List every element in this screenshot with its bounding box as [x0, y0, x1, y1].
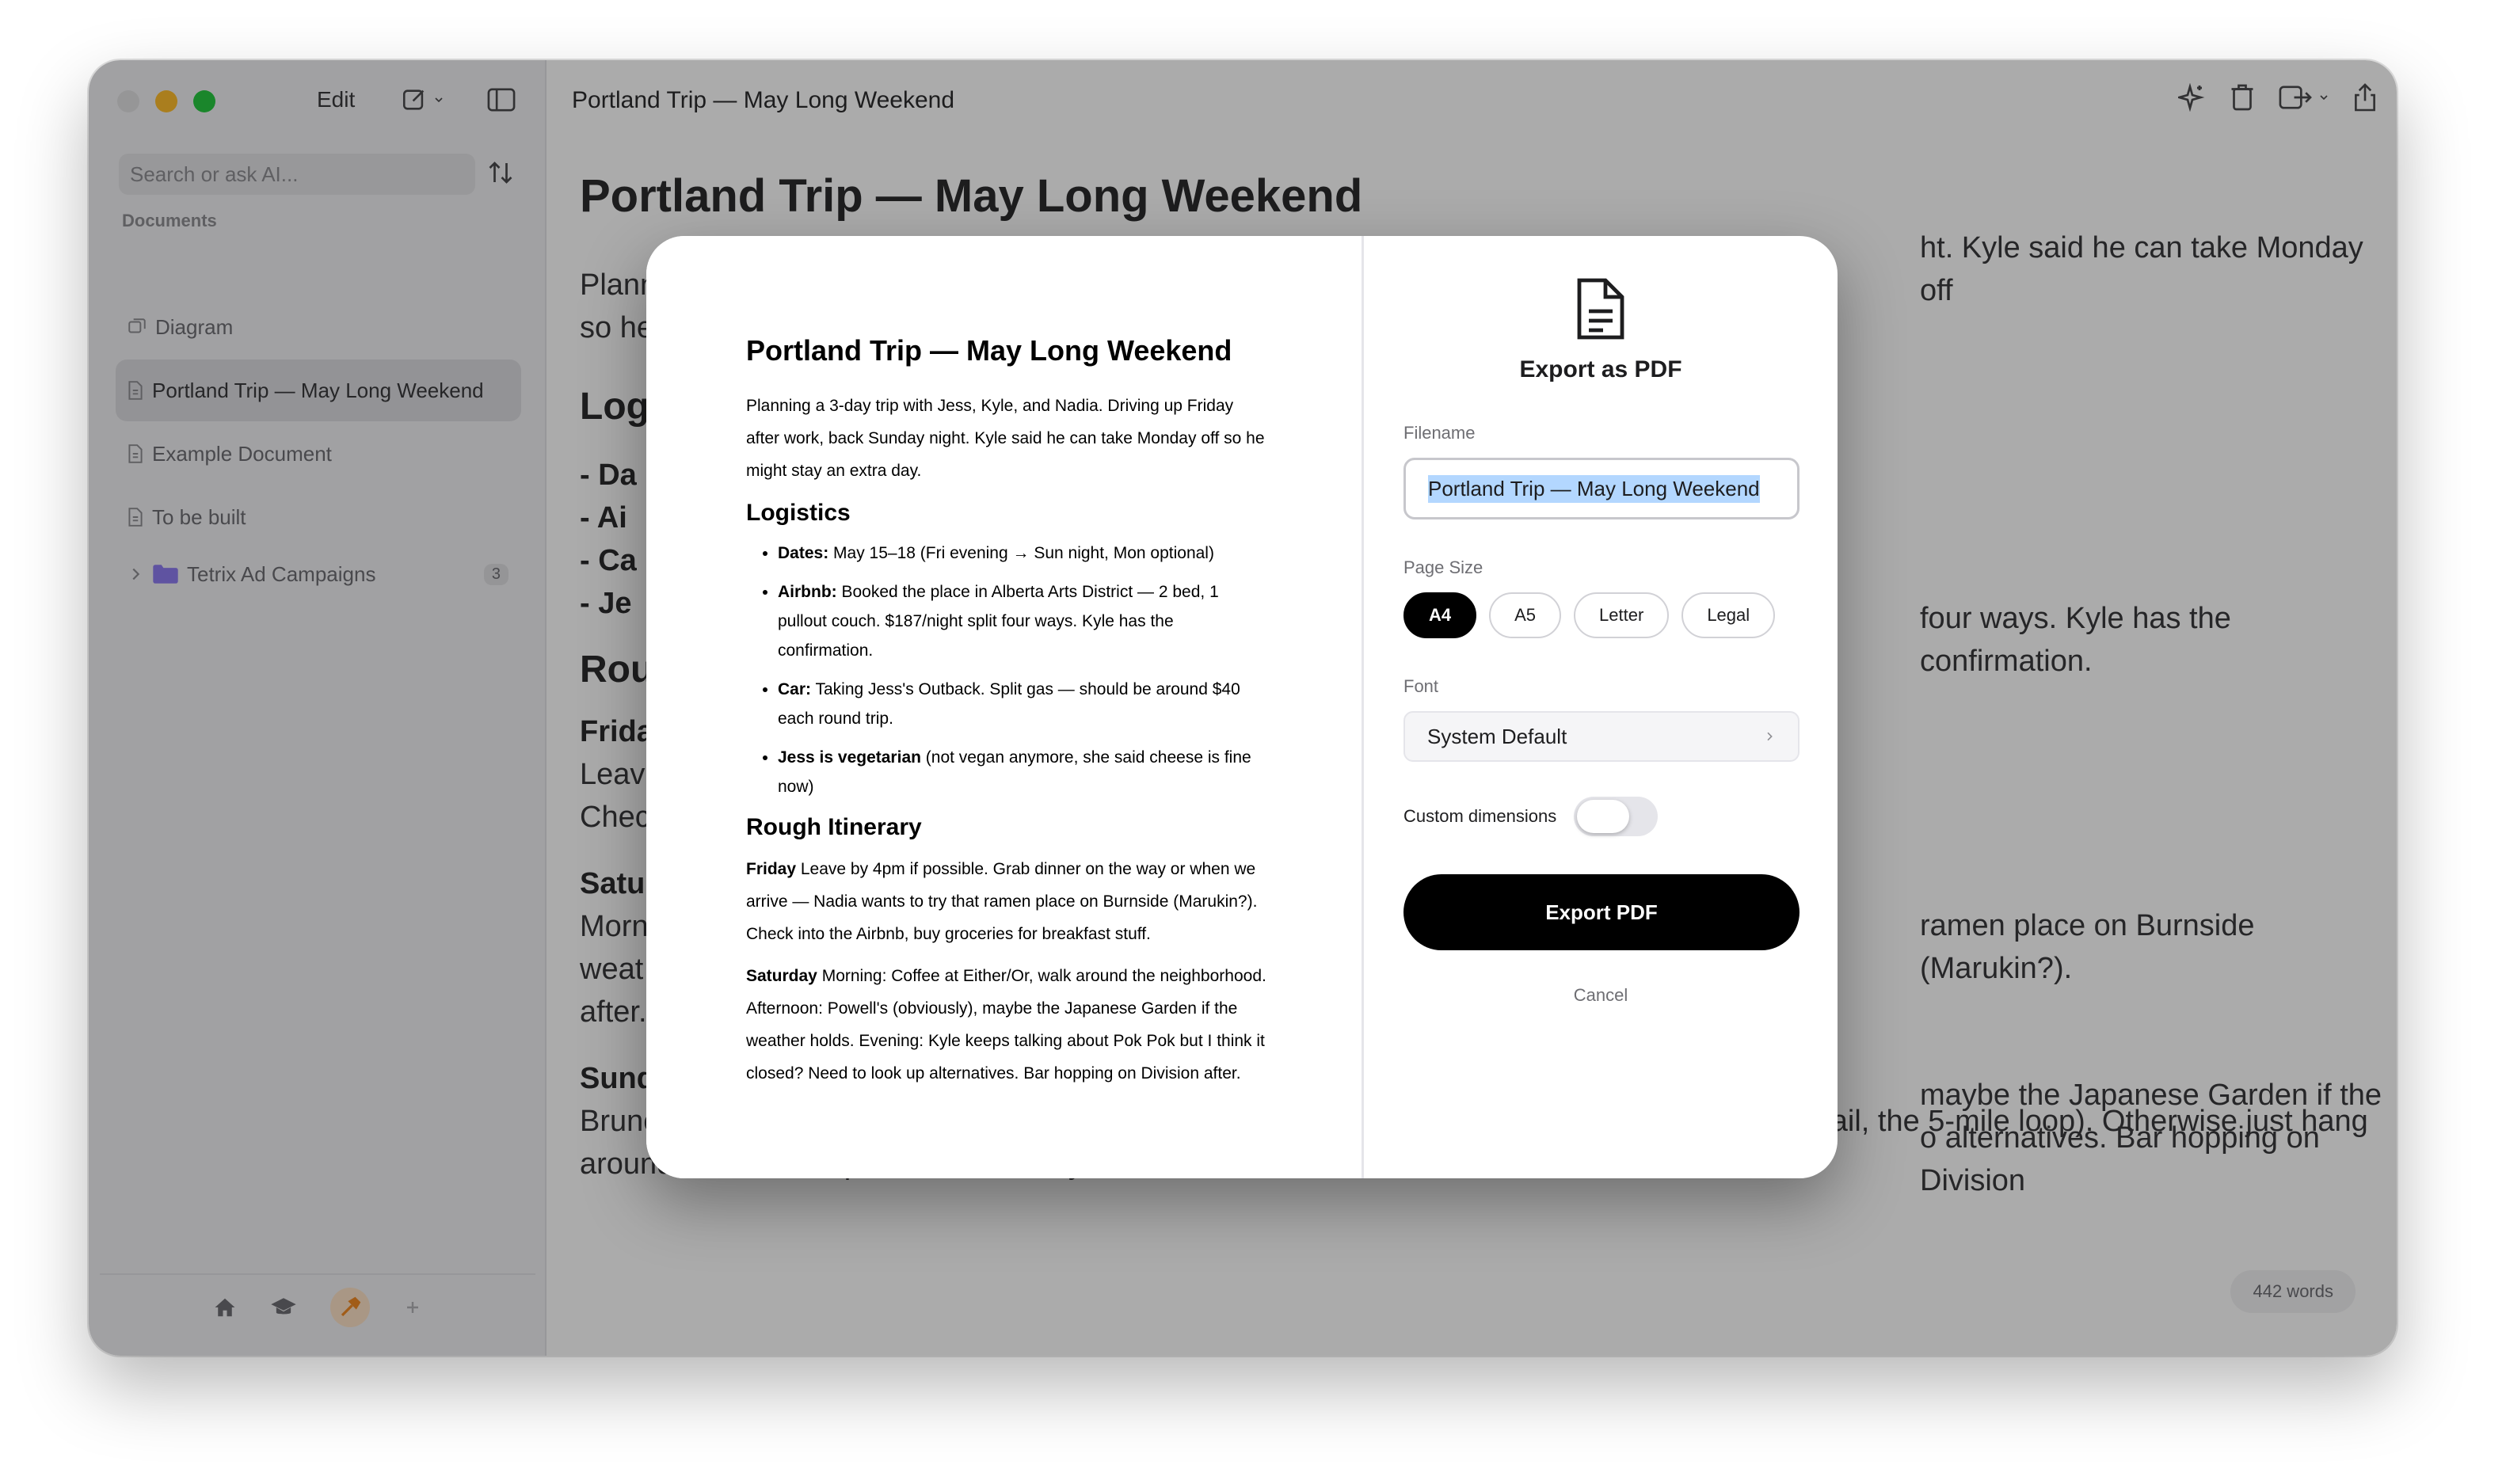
- list-item: Airbnb: Booked the place in Alberta Arts…: [778, 577, 1269, 665]
- document-pdf-icon: [1577, 278, 1624, 340]
- font-value: System Default: [1427, 724, 1567, 748]
- filename-label: Filename: [1403, 423, 1476, 443]
- filename-input[interactable]: Portland Trip — May Long Weekend: [1403, 458, 1800, 519]
- dialog-title: Export as PDF: [1519, 356, 1682, 382]
- preview-logistics-heading: Logistics: [746, 500, 851, 526]
- custom-dimensions-row: Custom dimensions: [1403, 797, 1659, 836]
- font-select[interactable]: System Default: [1403, 711, 1800, 762]
- preview-saturday: Saturday Morning: Coffee at Either/Or, w…: [746, 967, 1266, 1083]
- custom-dimensions-toggle[interactable]: [1574, 797, 1659, 836]
- page-size-label: Page Size: [1403, 557, 1483, 577]
- pdf-preview: Portland Trip — May Long Weekend Plannin…: [646, 236, 1364, 1178]
- list-item: Car: Taking Jess's Outback. Split gas — …: [778, 675, 1269, 733]
- cancel-button[interactable]: Cancel: [1364, 985, 1838, 1006]
- preview-logistics-list: Dates: May 15–18 (Fri evening → Sun nigh…: [778, 538, 1269, 801]
- page-size-letter[interactable]: Letter: [1574, 592, 1670, 638]
- font-label: Font: [1403, 676, 1439, 696]
- page-size-selector: A4 A5 Letter Legal: [1403, 592, 1776, 638]
- list-item: Jess is vegetarian (not vegan anymore, s…: [778, 743, 1269, 801]
- preview-title: Portland Trip — May Long Weekend: [746, 334, 1232, 367]
- list-item: Dates: May 15–18 (Fri evening → Sun nigh…: [778, 538, 1269, 568]
- preview-friday: Friday Leave by 4pm if possible. Grab di…: [746, 860, 1258, 943]
- export-pdf-dialog: Portland Trip — May Long Weekend Plannin…: [646, 236, 1838, 1178]
- page-size-a4[interactable]: A4: [1403, 592, 1477, 638]
- preview-intro: Planning a 3-day trip with Jess, Kyle, a…: [746, 397, 1265, 480]
- page-size-legal[interactable]: Legal: [1681, 592, 1776, 638]
- export-pdf-button[interactable]: Export PDF: [1403, 874, 1800, 950]
- toggle-knob: [1577, 800, 1630, 833]
- filename-value: Portland Trip — May Long Weekend: [1428, 474, 1760, 503]
- preview-itinerary-heading: Rough Itinerary: [746, 814, 922, 840]
- chevron-right-icon: [1767, 732, 1773, 741]
- page-size-a5[interactable]: A5: [1489, 592, 1562, 638]
- custom-dimensions-label: Custom dimensions: [1403, 806, 1557, 826]
- export-settings-panel: Export as PDF Filename Portland Trip — M…: [1364, 236, 1838, 1178]
